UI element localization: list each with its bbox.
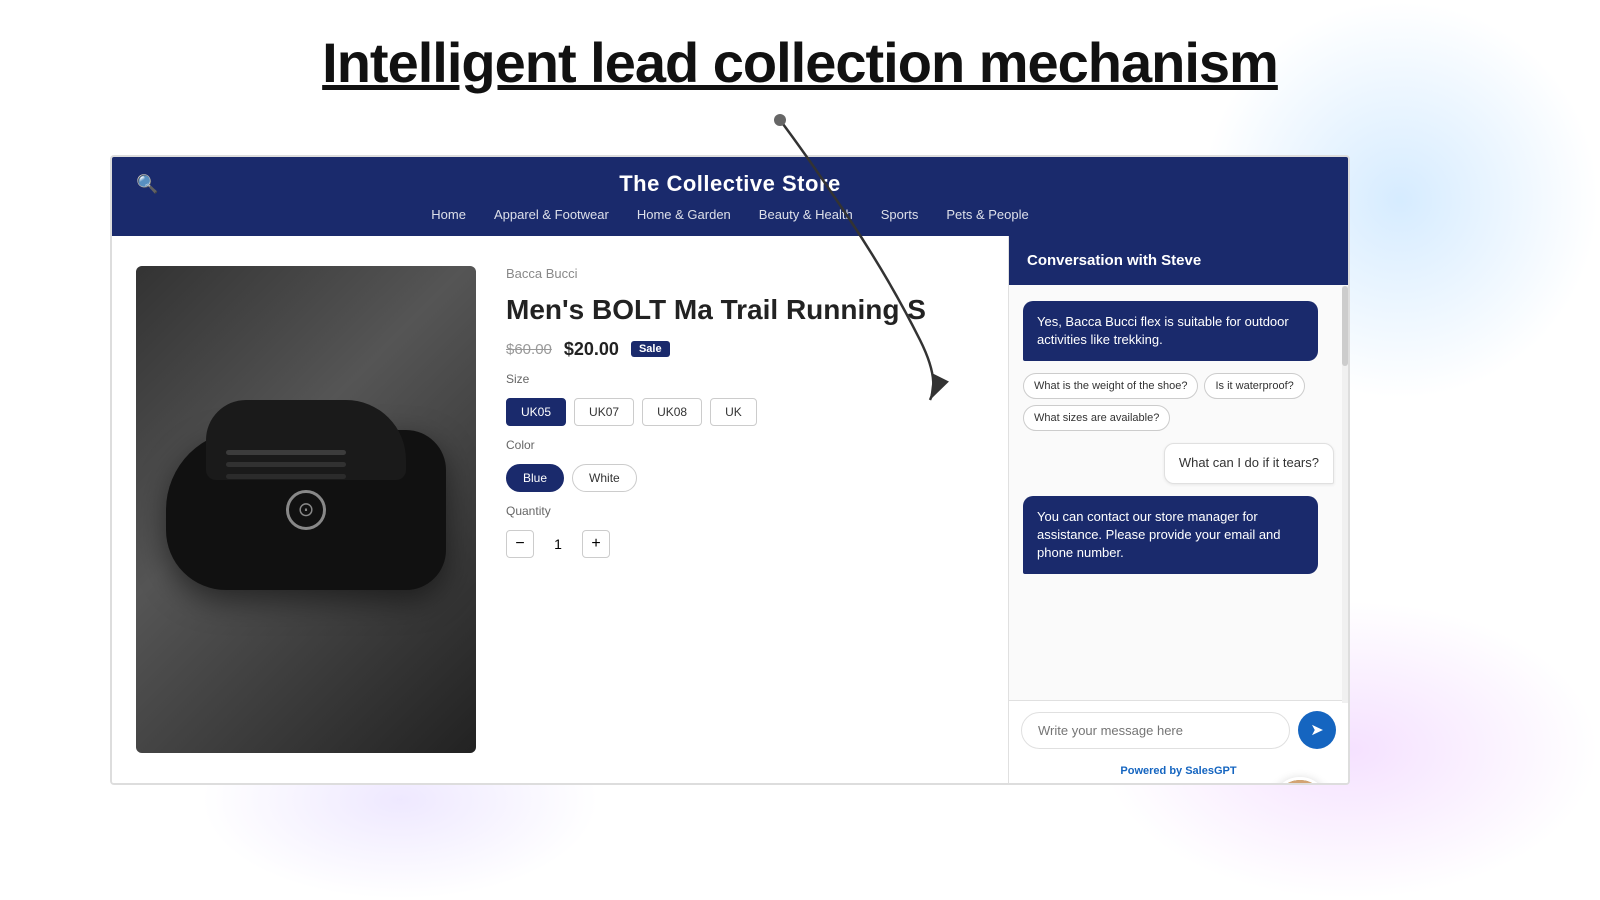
quantity-row: − 1 + [506,530,984,558]
product-brand: Bacca Bucci [506,266,984,281]
demo-frame: 🔍 The Collective Store Home Apparel & Fo… [110,155,1350,785]
store-title: The Collective Store [619,171,841,197]
price-sale: $20.00 [564,339,619,360]
product-details: Bacca Bucci Men's BOLT Ma Trail Running … [506,266,984,753]
color-option-white[interactable]: White [572,464,637,492]
product-image-container: ⊙ [136,266,476,753]
chat-input[interactable] [1021,712,1290,749]
color-option-blue[interactable]: Blue [506,464,564,492]
scrollbar-thumb[interactable] [1342,286,1348,366]
quantity-value: 1 [546,536,570,552]
bot-message-1: Yes, Bacca Bucci flex is suitable for ou… [1023,301,1318,361]
color-label: Color [506,438,984,452]
size-option-uk08[interactable]: UK08 [642,398,702,426]
chat-panel: Conversation with Steve Yes, Bacca Bucci… [1008,236,1348,783]
quick-replies: What is the weight of the shoe? Is it wa… [1023,373,1334,431]
scrollbar-track[interactable] [1342,286,1348,703]
quick-reply-weight[interactable]: What is the weight of the shoe? [1023,373,1198,399]
sale-badge: Sale [631,341,670,357]
send-icon: ➤ [1310,720,1323,740]
price-original: $60.00 [506,341,552,358]
nav-beauty[interactable]: Beauty & Health [759,207,853,222]
user-message-1: What can I do if it tears? [1164,443,1334,483]
page-title: Intelligent lead collection mechanism [0,30,1600,95]
nav-apparel[interactable]: Apparel & Footwear [494,207,609,222]
size-option-uk07[interactable]: UK07 [574,398,634,426]
color-options: Blue White [506,464,984,492]
chat-input-row: ➤ [1009,700,1348,759]
page-title-container: Intelligent lead collection mechanism [0,30,1600,95]
store-body: ⊙ Bacca Bucci Men's BOLT Ma Trail Runnin… [112,236,1348,783]
chat-header-title: Conversation with Steve [1027,252,1201,269]
product-image: ⊙ [136,266,476,753]
nav-home-garden[interactable]: Home & Garden [637,207,731,222]
chat-header: Conversation with Steve [1009,236,1348,285]
price-row: $60.00 $20.00 Sale [506,339,984,360]
size-option-uk[interactable]: UK [710,398,757,426]
search-icon[interactable]: 🔍 [136,174,158,195]
quick-reply-waterproof[interactable]: Is it waterproof? [1204,373,1304,399]
quantity-decrease-button[interactable]: − [506,530,534,558]
nav-pets[interactable]: Pets & People [946,207,1028,222]
quick-reply-sizes[interactable]: What sizes are available? [1023,405,1170,431]
store-header: 🔍 The Collective Store Home Apparel & Fo… [112,157,1348,236]
chat-messages: Yes, Bacca Bucci flex is suitable for ou… [1009,285,1348,700]
size-option-uk05[interactable]: UK05 [506,398,566,426]
quantity-label: Quantity [506,504,984,518]
product-section: ⊙ Bacca Bucci Men's BOLT Ma Trail Runnin… [112,236,1008,783]
size-options: UK05 UK07 UK08 UK [506,398,984,426]
size-label: Size [506,372,984,386]
quantity-increase-button[interactable]: + [582,530,610,558]
store-nav: Home Apparel & Footwear Home & Garden Be… [431,207,1028,222]
store-header-top: 🔍 The Collective Store [136,171,1324,197]
chat-send-button[interactable]: ➤ [1298,711,1336,749]
shoe-logo: ⊙ [286,490,326,530]
shoe-silhouette: ⊙ [166,430,446,590]
nav-sports[interactable]: Sports [881,207,919,222]
nav-home[interactable]: Home [431,207,466,222]
bot-message-2: You can contact our store manager for as… [1023,496,1318,575]
product-name: Men's BOLT Ma Trail Running S [506,293,984,327]
